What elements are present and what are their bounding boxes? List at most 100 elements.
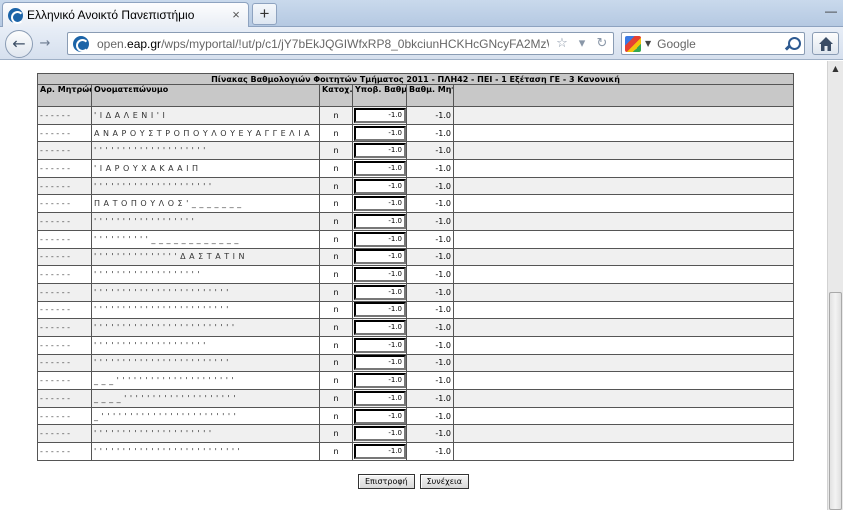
registry-grade: -1.0 (406, 247, 454, 267)
forward-arrow-icon: → (39, 36, 51, 51)
grade-input-cell[interactable]: -1.0 (352, 106, 407, 125)
grade-input-cell[interactable]: -1.0 (352, 194, 407, 214)
grade-input[interactable]: -1.0 (354, 355, 406, 371)
katox-flag: n (319, 212, 353, 231)
registry-grade: -1.0 (406, 424, 454, 444)
grade-input-cell[interactable]: -1.0 (352, 265, 407, 284)
tab-title: Ελληνικό Ανοικτό Πανεπιστήμιο (27, 8, 195, 22)
table-row: - - - - - - ' ' ' ' ' ' ' ' ' ' ' ' ' ' '… (37, 265, 794, 284)
header-ypov: Υποβ. Βαθμολ. (352, 84, 407, 107)
site-identity-icon[interactable] (73, 35, 89, 52)
grade-input-cell[interactable]: -1.0 (352, 371, 407, 390)
grade-input-cell[interactable]: -1.0 (352, 300, 407, 320)
back-arrow-icon: ← (12, 34, 26, 53)
registry-grade: -1.0 (406, 106, 454, 125)
grade-input-cell[interactable]: -1.0 (352, 141, 407, 161)
grade-input[interactable]: -1.0 (354, 125, 406, 141)
grade-input-cell[interactable]: -1.0 (352, 335, 407, 355)
grade-input-cell[interactable]: -1.0 (352, 159, 407, 178)
katox-flag: n (319, 141, 353, 161)
student-am: - - - - - - (37, 247, 92, 267)
student-name: Π Α Τ Ο Π Ο Υ Λ Ο Σ ' _ _ _ _ _ _ _ (91, 194, 320, 214)
grade-input[interactable]: -1.0 (354, 337, 406, 353)
grade-input-cell[interactable]: -1.0 (352, 389, 407, 408)
scrollbar-thumb[interactable] (829, 292, 842, 510)
table-row: - - - - - - ' ' ' ' ' ' ' ' ' ' ' ' ' ' '… (37, 442, 794, 461)
url-text[interactable]: open.eap.gr/wps/myportal/!ut/p/c1/jY7bEk… (97, 37, 549, 51)
back-button[interactable]: ← (5, 30, 33, 58)
eap-favicon-icon (8, 7, 24, 24)
table-row: - - - - - - ' ' ' ' ' ' ' ' ' ' ' ' ' ' '… (37, 176, 794, 196)
home-button[interactable] (812, 32, 839, 55)
grade-input[interactable]: -1.0 (354, 249, 406, 265)
grade-input-cell[interactable]: -1.0 (352, 353, 407, 373)
table-row: - - - - - - ' ' ' ' ' ' ' ' ' ' ' ' ' ' '… (37, 335, 794, 355)
grade-input-cell[interactable]: -1.0 (352, 282, 407, 302)
grade-input-cell[interactable]: -1.0 (352, 212, 407, 231)
student-am: - - - - - - (37, 229, 92, 249)
grade-input[interactable]: -1.0 (354, 373, 406, 389)
table-caption: Πίνακας Βαθμολογιών Φοιτητών Τμήματος 20… (37, 73, 794, 85)
row-filler (453, 300, 794, 320)
grade-input[interactable]: -1.0 (354, 408, 406, 424)
grade-input[interactable]: -1.0 (354, 267, 406, 283)
student-am: - - - - - - (37, 406, 92, 426)
grade-input[interactable]: -1.0 (354, 284, 406, 300)
home-icon (819, 37, 833, 51)
row-filler (453, 424, 794, 444)
search-icon[interactable] (784, 36, 801, 52)
scroll-up-arrow-icon[interactable]: ▲ (828, 61, 843, 77)
google-engine-icon[interactable] (625, 35, 641, 52)
row-filler (453, 265, 794, 284)
table-row: - - - - - - ' ' ' ' ' ' ' ' ' ' ' ' ' ' '… (37, 424, 794, 444)
student-name: ' ' ' ' ' ' ' ' ' ' ' ' ' ' ' ' ' ' ' ' … (91, 282, 320, 302)
grade-input-cell[interactable]: -1.0 (352, 247, 407, 267)
window-minimize-icon[interactable]: — (825, 4, 837, 18)
grade-input-cell[interactable]: -1.0 (352, 424, 407, 444)
new-tab-button[interactable]: + (252, 3, 277, 25)
registry-grade: -1.0 (406, 159, 454, 178)
vertical-scrollbar[interactable]: ▲ (827, 61, 843, 510)
grade-input[interactable]: -1.0 (354, 107, 406, 123)
continue-button[interactable]: Συνέχεια (419, 474, 470, 489)
grade-input[interactable]: -1.0 (354, 143, 406, 159)
registry-grade: -1.0 (406, 282, 454, 302)
registry-grade: -1.0 (406, 318, 454, 337)
grade-input[interactable]: -1.0 (354, 443, 406, 459)
grade-input[interactable]: -1.0 (354, 320, 406, 336)
grade-input[interactable]: -1.0 (354, 178, 406, 194)
katox-flag: n (319, 335, 353, 355)
grade-input-cell[interactable]: -1.0 (352, 442, 407, 461)
back-page-button[interactable]: Επιστροφή (357, 474, 415, 489)
student-name: _ _ _ ' ' ' ' ' ' ' ' ' ' ' ' ' ' ' ' ' … (91, 371, 320, 390)
grade-input-cell[interactable]: -1.0 (352, 406, 407, 426)
grade-input[interactable]: -1.0 (354, 426, 406, 442)
registry-grade: -1.0 (406, 229, 454, 249)
grade-input[interactable]: -1.0 (354, 390, 406, 406)
student-name: _ _ _ _ ' ' ' ' ' ' ' ' ' ' ' ' ' ' ' ' … (91, 389, 320, 408)
search-input[interactable]: Google (657, 37, 784, 51)
registry-grade: -1.0 (406, 176, 454, 196)
tab-close-icon[interactable]: × (229, 8, 243, 22)
search-bar[interactable]: ▼ Google (621, 32, 805, 55)
browser-tab[interactable]: Ελληνικό Ανοικτό Πανεπιστήμιο × (2, 2, 249, 27)
grade-input[interactable]: -1.0 (354, 196, 406, 212)
tab-bar: Ελληνικό Ανοικτό Πανεπιστήμιο × + — (0, 0, 843, 27)
row-filler (453, 176, 794, 196)
bookmark-star-icon[interactable]: ☆ (555, 36, 569, 51)
forward-button[interactable]: → (35, 35, 55, 53)
search-engine-dropdown-icon[interactable]: ▼ (645, 39, 651, 48)
grade-input[interactable]: -1.0 (354, 160, 406, 176)
grade-input[interactable]: -1.0 (354, 231, 406, 247)
reload-icon[interactable]: ↻ (595, 36, 609, 51)
grade-input-cell[interactable]: -1.0 (352, 123, 407, 143)
grade-input-cell[interactable]: -1.0 (352, 229, 407, 249)
header-name: Ονοματεπώνυμο (91, 84, 320, 107)
grade-input[interactable]: -1.0 (354, 302, 406, 318)
grade-input-cell[interactable]: -1.0 (352, 318, 407, 337)
grade-input[interactable]: -1.0 (354, 213, 406, 229)
table-row: - - - - - - _ _ _ ' ' ' ' ' ' ' ' ' ' ' '… (37, 371, 794, 390)
grade-input-cell[interactable]: -1.0 (352, 176, 407, 196)
address-bar[interactable]: open.eap.gr/wps/myportal/!ut/p/c1/jY7bEk… (67, 32, 614, 55)
url-dropdown-icon[interactable]: ▾ (575, 36, 589, 51)
